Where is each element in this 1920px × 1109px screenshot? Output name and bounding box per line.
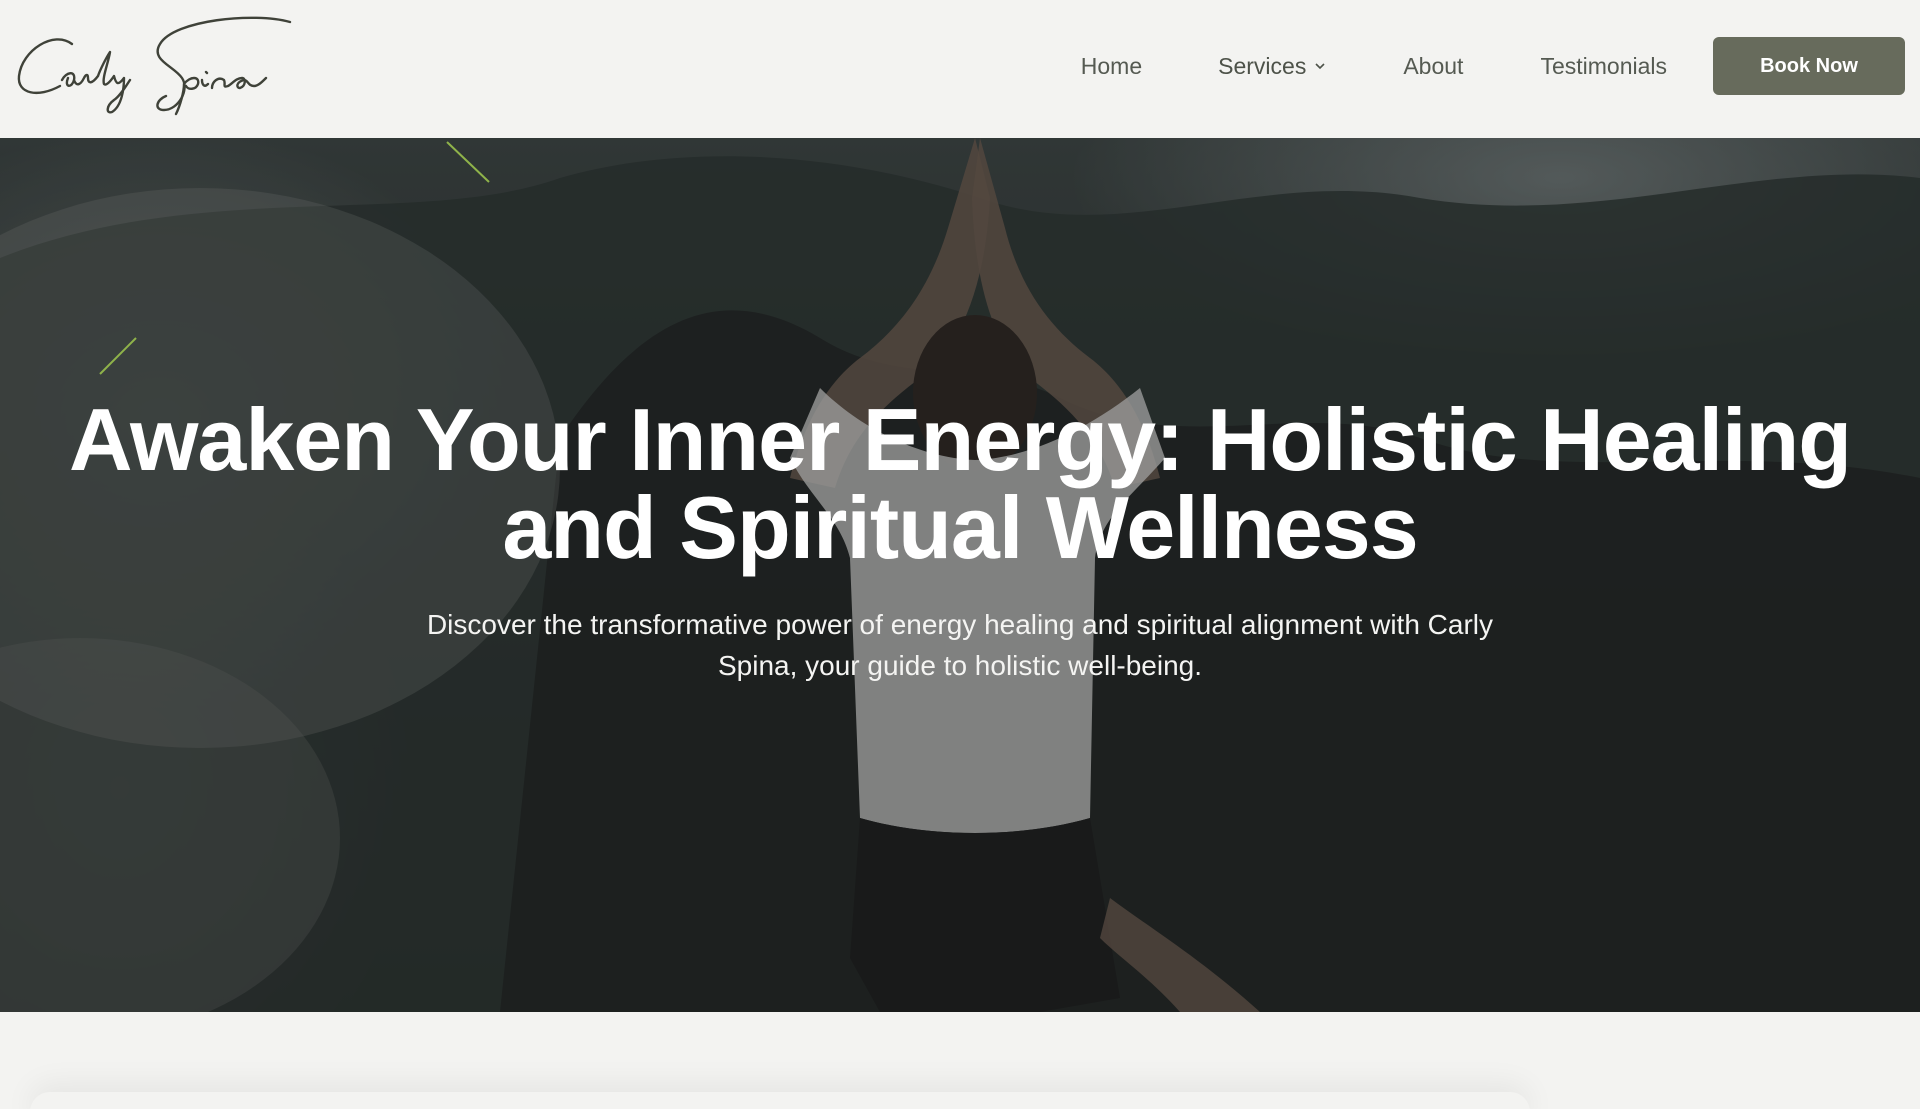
decorative-line-icon <box>446 141 490 183</box>
next-section <box>0 1012 1920 1109</box>
main-nav: Home Services About Testimonials Book No… <box>1081 37 1905 95</box>
nav-testimonials-link[interactable]: Testimonials <box>1540 53 1667 80</box>
book-now-button[interactable]: Book Now <box>1713 37 1905 95</box>
nav-about-label: About <box>1403 52 1464 79</box>
nav-home-link[interactable]: Home <box>1081 53 1142 80</box>
brand-logo[interactable] <box>14 14 294 120</box>
decorative-line-icon <box>99 337 137 375</box>
hero-title: Awaken Your Inner Energy: Holistic Heali… <box>68 390 1852 577</box>
signature-logo-graphic <box>17 16 292 116</box>
nav-testimonials-label: Testimonials <box>1540 52 1667 79</box>
site-header: Home Services About Testimonials Book No… <box>0 0 1920 138</box>
nav-home-label: Home <box>1080 52 1143 79</box>
nav-services-label: Services <box>1218 52 1307 79</box>
nav-services-dropdown[interactable]: Services <box>1218 53 1326 80</box>
section-card <box>30 1092 1530 1109</box>
hero-subtitle: Discover the transformative power of ene… <box>426 609 1494 681</box>
chevron-down-icon <box>1314 60 1326 72</box>
hero-section: Awaken Your Inner Energy: Holistic Heali… <box>0 138 1920 1012</box>
nav-about-link[interactable]: About <box>1403 53 1463 80</box>
page: Home Services About Testimonials Book No… <box>0 0 1920 1109</box>
